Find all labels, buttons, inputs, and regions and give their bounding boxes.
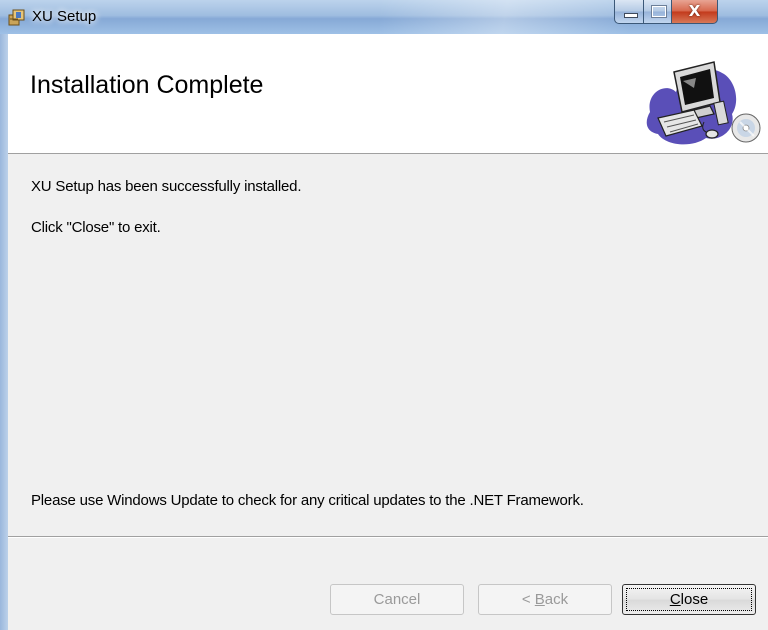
back-button-label-rest: ack — [544, 591, 569, 608]
window-title: XU Setup — [32, 8, 97, 25]
close-button[interactable]: Close — [622, 584, 756, 615]
minimize-button[interactable] — [614, 0, 644, 24]
page-title: Installation Complete — [30, 71, 264, 99]
title-bar[interactable]: XU Setup X — [0, 0, 768, 35]
cancel-button[interactable]: Cancel — [330, 584, 464, 615]
maximize-button[interactable] — [643, 0, 672, 24]
header-banner: Installation Complete — [8, 34, 768, 154]
caption-buttons: X — [608, 0, 768, 26]
windows-update-notice: Please use Windows Update to check for a… — [31, 492, 584, 509]
close-icon: X — [688, 2, 701, 20]
success-message: XU Setup has been successfully installed… — [31, 178, 302, 195]
computer-install-icon — [646, 61, 761, 145]
maximize-icon — [652, 6, 666, 17]
close-window-button[interactable]: X — [671, 0, 718, 24]
back-button-prefix: < — [521, 591, 535, 608]
minimize-icon — [624, 13, 638, 18]
window-frame-left — [0, 34, 8, 630]
close-button-label-rest: lose — [680, 591, 709, 608]
footer-separator — [8, 536, 768, 538]
exit-instruction: Click "Close" to exit. — [31, 219, 161, 236]
back-button-mnemonic: B — [534, 591, 545, 608]
back-button[interactable]: < Back — [478, 584, 612, 615]
title-bar-sheen — [380, 0, 630, 34]
setup-window: XU Setup X Installation Complete XU Setu… — [0, 0, 768, 630]
close-button-mnemonic: C — [669, 591, 681, 608]
setup-package-icon[interactable] — [7, 7, 27, 27]
